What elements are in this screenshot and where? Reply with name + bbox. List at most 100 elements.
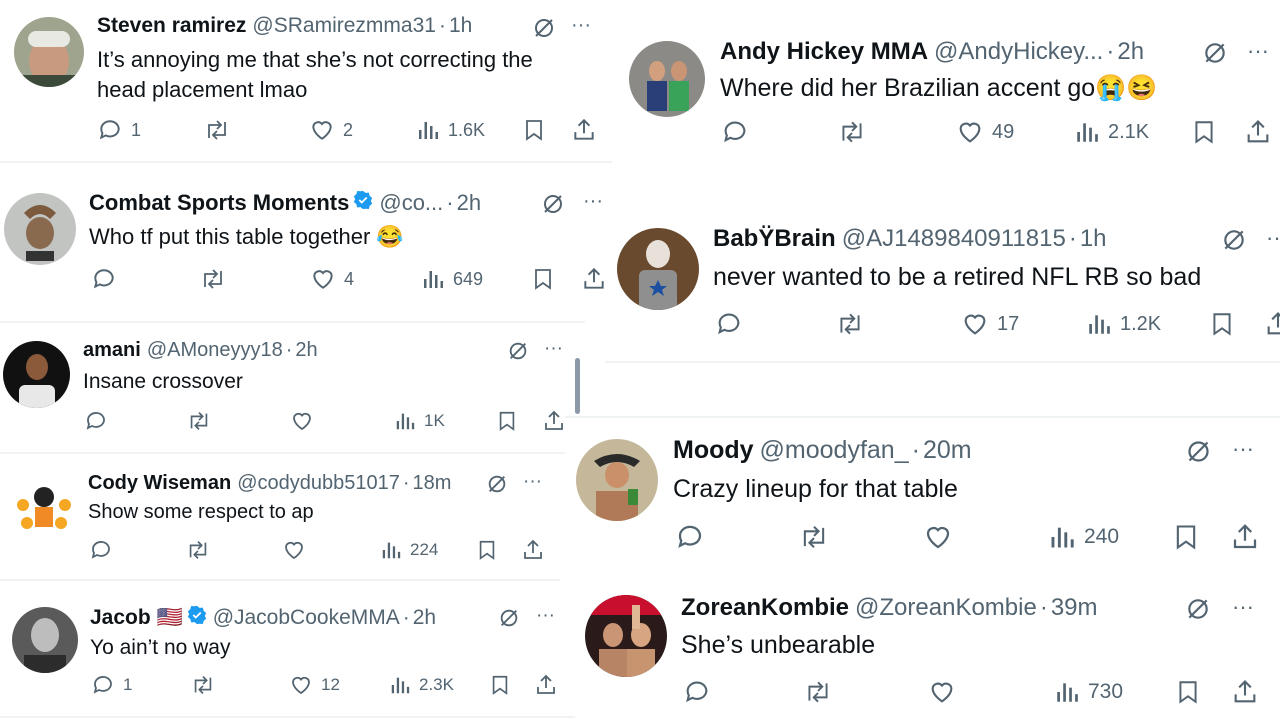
- author-name[interactable]: Jacob 🇺🇸: [90, 606, 183, 630]
- like-button[interactable]: [928, 678, 956, 706]
- like-button[interactable]: [923, 522, 953, 552]
- like-button[interactable]: 2: [309, 117, 353, 143]
- share-button[interactable]: [534, 673, 558, 697]
- avatar[interactable]: [12, 607, 78, 673]
- bookmark-button[interactable]: [1175, 678, 1201, 706]
- more-icon[interactable]: ···: [583, 190, 603, 213]
- views-button[interactable]: 2.1K: [1074, 118, 1149, 146]
- reply-button[interactable]: [84, 409, 108, 433]
- timestamp[interactable]: 1h: [449, 14, 472, 38]
- share-button[interactable]: [1231, 678, 1259, 706]
- tweet-card-zorean[interactable]: ZoreanKombie @ZoreanKombie · 39m ··· She…: [575, 580, 1280, 720]
- bookmark-button[interactable]: [476, 538, 498, 562]
- share-button[interactable]: [521, 538, 545, 562]
- timestamp[interactable]: 1h: [1080, 225, 1107, 253]
- tweet-card-moody[interactable]: Moody @moodyfan_ · 20m ··· Crazy lineup …: [565, 416, 1280, 578]
- grok-icon[interactable]: [532, 16, 556, 40]
- author-handle[interactable]: @JacobCookeMMA: [213, 606, 400, 630]
- views-button[interactable]: 240: [1048, 522, 1119, 552]
- bookmark-button[interactable]: [531, 266, 555, 292]
- avatar[interactable]: [576, 439, 658, 521]
- tweet-card-steven[interactable]: Steven ramirez @SRamirezmma31 · 1h ··· I…: [0, 0, 612, 163]
- more-icon[interactable]: ···: [1266, 225, 1280, 251]
- author-name[interactable]: ZoreanKombie: [681, 594, 849, 622]
- author-name[interactable]: BabŸBrain: [713, 225, 836, 253]
- more-icon[interactable]: ···: [1247, 38, 1269, 64]
- reply-button[interactable]: [675, 522, 705, 552]
- author-handle[interactable]: @co...: [379, 190, 443, 216]
- timestamp[interactable]: 20m: [923, 436, 972, 465]
- avatar[interactable]: [629, 41, 705, 117]
- views-button[interactable]: 2.3K: [389, 673, 454, 697]
- retweet-button[interactable]: [837, 118, 867, 146]
- grok-icon[interactable]: [486, 473, 508, 495]
- retweet-button[interactable]: [190, 673, 216, 697]
- views-button[interactable]: 1.2K: [1086, 310, 1161, 338]
- views-button[interactable]: 1.6K: [416, 117, 485, 143]
- author-handle[interactable]: @moodyfan_: [760, 436, 909, 465]
- retweet-button[interactable]: [199, 266, 227, 292]
- author-name[interactable]: Combat Sports Moments: [89, 190, 349, 216]
- like-button[interactable]: 49: [956, 118, 1014, 146]
- retweet-button[interactable]: [185, 538, 211, 562]
- scrollbar[interactable]: [575, 358, 580, 414]
- tweet-card-andy[interactable]: Andy Hickey MMA @AndyHickey... · 2h ··· …: [613, 0, 1280, 172]
- share-button[interactable]: [1244, 118, 1272, 146]
- author-name[interactable]: Cody Wiseman: [88, 472, 231, 495]
- avatar[interactable]: [3, 341, 70, 408]
- retweet-button[interactable]: [835, 310, 865, 338]
- bookmark-button[interactable]: [1191, 118, 1217, 146]
- like-button[interactable]: [282, 538, 306, 562]
- timestamp[interactable]: 39m: [1051, 594, 1098, 622]
- author-name[interactable]: Moody: [673, 436, 754, 465]
- reply-button[interactable]: 1: [91, 673, 132, 697]
- avatar[interactable]: [617, 228, 699, 310]
- bookmark-button[interactable]: [1209, 310, 1235, 338]
- tweet-card-jacob[interactable]: Jacob 🇺🇸 @JacobCookeMMA · 2h ··· Yo ain’…: [0, 590, 575, 720]
- avatar[interactable]: [585, 595, 667, 677]
- author-name[interactable]: Steven ramirez: [97, 14, 246, 38]
- timestamp[interactable]: 2h: [457, 190, 481, 216]
- timestamp[interactable]: 18m: [413, 472, 452, 495]
- tweet-card-combat[interactable]: Combat Sports Moments @co... · 2h ··· Wh…: [0, 173, 625, 323]
- like-button[interactable]: 4: [310, 266, 354, 292]
- bookmark-button[interactable]: [522, 117, 546, 143]
- views-button[interactable]: 649: [421, 266, 483, 292]
- retweet-button[interactable]: [803, 678, 833, 706]
- tweet-card-cody[interactable]: Cody Wiseman @codydubb51017 · 18m ··· Sh…: [0, 463, 560, 581]
- grok-icon[interactable]: [1185, 596, 1211, 622]
- share-button[interactable]: [1230, 522, 1260, 552]
- grok-icon[interactable]: [498, 607, 520, 629]
- grok-icon[interactable]: [1185, 438, 1212, 465]
- reply-button[interactable]: [91, 266, 125, 292]
- grok-icon[interactable]: [1202, 40, 1228, 66]
- author-handle[interactable]: @ZoreanKombie: [855, 594, 1037, 622]
- share-button[interactable]: [1264, 310, 1280, 338]
- more-icon[interactable]: ···: [1232, 594, 1254, 620]
- timestamp[interactable]: 2h: [295, 339, 317, 362]
- retweet-button[interactable]: [203, 117, 231, 143]
- share-button[interactable]: [581, 266, 607, 292]
- reply-button[interactable]: [683, 678, 711, 706]
- avatar[interactable]: [11, 475, 77, 541]
- more-icon[interactable]: ···: [571, 14, 591, 37]
- author-handle[interactable]: @AJ1489840911815: [842, 225, 1066, 253]
- grok-icon[interactable]: [541, 192, 565, 216]
- avatar[interactable]: [4, 193, 76, 265]
- views-button[interactable]: 730: [1054, 678, 1123, 706]
- share-button[interactable]: [571, 117, 597, 143]
- tweet-card-amani[interactable]: amani @AMoneyyy18 · 2h ··· Insane crosso…: [0, 333, 572, 454]
- like-button[interactable]: 12: [289, 673, 340, 697]
- bookmark-button[interactable]: [1172, 522, 1200, 552]
- retweet-button[interactable]: [798, 522, 830, 552]
- author-handle[interactable]: @AMoneyyy18: [147, 339, 283, 362]
- reply-button[interactable]: [715, 310, 743, 338]
- timestamp[interactable]: 2h: [1117, 38, 1144, 66]
- retweet-button[interactable]: [186, 409, 212, 433]
- views-button[interactable]: 1K: [394, 409, 445, 433]
- reply-button[interactable]: [721, 118, 749, 146]
- avatar[interactable]: [14, 17, 84, 87]
- author-handle[interactable]: @AndyHickey...: [934, 38, 1103, 66]
- more-icon[interactable]: ···: [523, 471, 542, 493]
- like-button[interactable]: [290, 409, 314, 433]
